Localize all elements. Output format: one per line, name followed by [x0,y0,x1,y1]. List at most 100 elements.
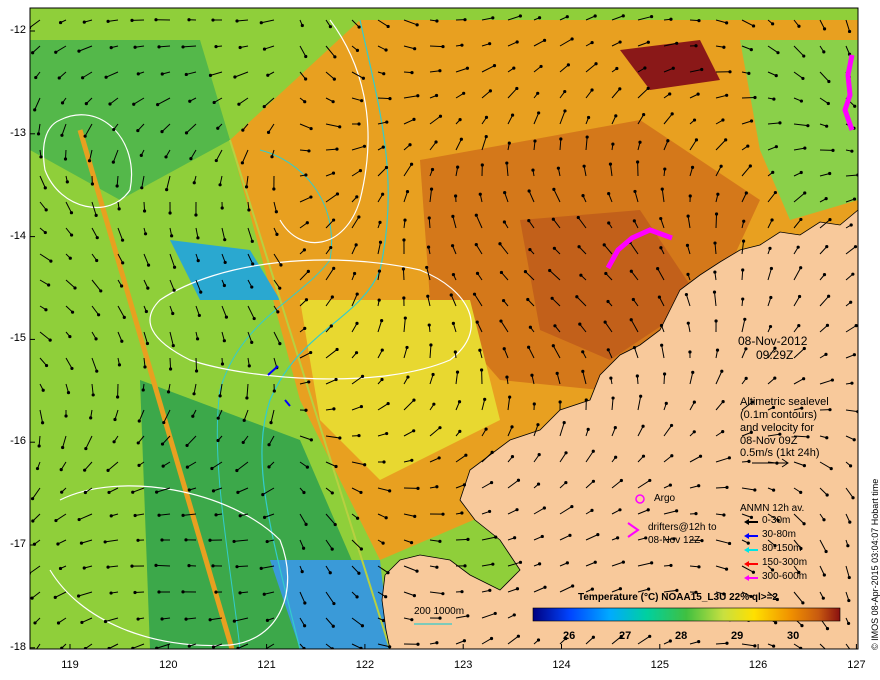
velocity-arrowhead [302,490,306,495]
velocity-arrowhead [426,294,430,298]
velocity-arrowhead [251,262,255,266]
velocity-arrowhead [410,458,414,462]
velocity-arrowhead [441,512,445,516]
velocity-arrowhead [54,518,58,523]
velocity-arrowhead [384,595,388,599]
velocity-arrowhead [133,590,137,595]
velocity-arrowhead [355,595,359,599]
velocity-arrowhead [155,490,159,494]
velocity-arrowhead [380,318,384,323]
lon-tick-8: 127 [847,659,866,671]
velocity-arrowhead [338,436,342,440]
velocity-arrowhead [68,256,72,260]
velocity-arrowhead [60,490,64,494]
velocity-arrowhead [184,538,188,542]
velocity-arrowhead [232,619,236,623]
velocity-arrowhead [109,46,113,50]
velocity-arrowhead [222,339,226,343]
velocity-arrowhead [741,297,745,301]
velocity-arrowhead [474,243,478,247]
velocity-arrowhead [416,486,420,490]
velocity-arrowhead [743,317,747,321]
velocity-arrowhead [848,464,853,468]
velocity-arrowhead [233,75,237,79]
velocity-arrowhead [76,594,81,598]
velocity-arrowhead [425,265,429,270]
velocity-arrowhead [54,50,58,54]
velocity-arrowhead [208,73,213,77]
velocity-arrowhead [462,91,466,95]
velocity-arrowhead [516,478,521,482]
anmn-row-4: 300-600m [762,571,808,582]
velocity-arrowhead [218,394,222,398]
velocity-arrowhead [768,324,773,329]
velocity-arrowhead [556,166,560,170]
velocity-arrowhead [355,195,359,199]
velocity-arrowhead [330,491,334,495]
velocity-arrowhead [697,484,701,488]
velocity-arrowhead [338,125,342,129]
velocity-arrowhead [335,192,340,196]
bathy-legend-label: 200 1000m [414,606,465,617]
lon-tick-3: 122 [355,659,375,671]
velocity-arrowhead [488,89,492,93]
velocity-arrowhead [53,595,57,599]
velocity-arrowhead [659,246,663,250]
velocity-arrowhead [460,590,464,594]
anmn-row-0: 0-30m [762,515,791,526]
velocity-arrowhead [30,497,35,501]
velocity-arrowhead [405,189,410,194]
velocity-arrowhead [540,534,544,539]
velocity-arrowhead [157,513,161,517]
velocity-arrowhead [848,520,852,524]
velocity-arrowhead [565,15,569,19]
velocity-arrowhead [773,190,777,195]
velocity-arrowhead [526,297,530,302]
velocity-arrowhead [410,70,414,75]
velocity-arrowhead [408,143,412,147]
velocity-arrowhead [550,296,554,300]
velocity-arrowhead [774,74,778,78]
velocity-arrowhead [409,162,414,166]
velocity-arrowhead [58,20,63,25]
velocity-arrowhead [846,621,851,626]
velocity-arrowhead [77,49,81,53]
velocity-arrowhead [235,565,239,569]
velocity-arrowhead [309,126,313,131]
velocity-arrowhead [778,121,782,125]
velocity-arrowhead [629,269,633,273]
velocity-arrowhead [590,587,594,591]
velocity-arrowhead [697,565,701,569]
velocity-arrowhead [357,215,361,219]
velocity-arrowhead [741,239,746,243]
velocity-arrowhead [725,641,729,645]
velocity-arrowhead [44,208,48,212]
velocity-arrowhead [716,192,720,196]
velocity-arrowhead [413,47,417,51]
velocity-arrowhead [686,321,690,325]
velocity-arrowhead [618,40,622,44]
velocity-arrowhead [489,636,494,641]
velocity-arrowhead [83,134,87,138]
velocity-arrowhead [82,566,86,570]
velocity-arrowhead [307,380,311,384]
velocity-arrowhead [491,16,495,20]
velocity-arrowhead [435,565,439,569]
velocity-arrowhead [472,292,477,296]
velocity-arrowhead [641,424,645,428]
velocity-arrowhead [401,267,406,271]
velocity-arrowhead [603,320,607,324]
velocity-arrowhead [635,374,639,378]
sst-map: -12 -13 -14 -15 -16 -17 -18 119 120 121 122 123 124… [0,0,880,680]
velocity-arrowhead [113,417,117,422]
velocity-arrowhead [274,210,278,214]
velocity-arrowhead [531,168,535,172]
velocity-arrowhead [146,263,151,267]
velocity-arrowhead [357,433,361,438]
velocity-arrowhead [427,216,431,220]
velocity-arrowhead [220,206,224,210]
velocity-arrowhead [851,272,855,276]
velocity-arrowhead [772,644,776,648]
velocity-arrowhead [332,601,336,606]
velocity-arrowhead [474,213,478,217]
